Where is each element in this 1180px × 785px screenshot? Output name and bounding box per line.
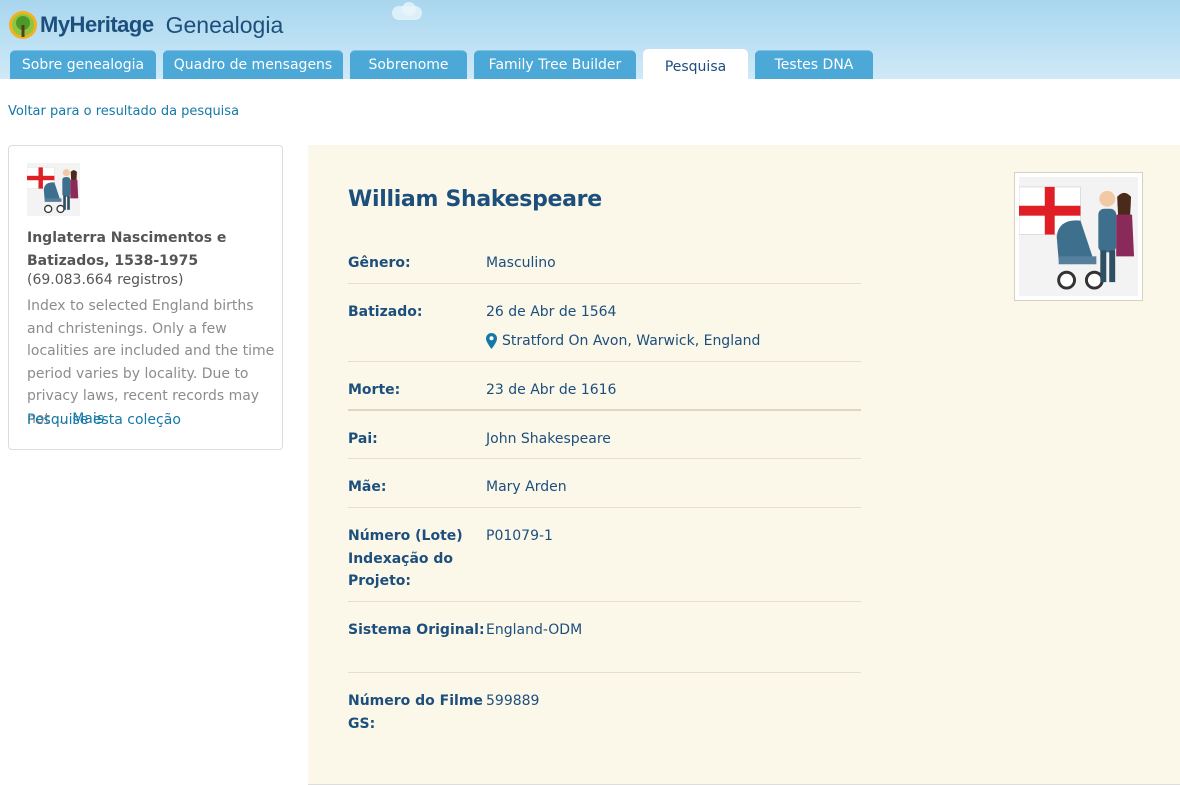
tab-testes-dna[interactable]: Testes DNA bbox=[755, 50, 873, 79]
person-name: William Shakespeare bbox=[348, 187, 602, 212]
field-value: 26 de Abr de 1564 bbox=[486, 304, 617, 320]
main-tabs: Sobre genealogia Quadro de mensagens Sob… bbox=[10, 49, 880, 79]
tab-sobre-genealogia[interactable]: Sobre genealogia bbox=[10, 50, 156, 79]
field-sistema-original: Sistema Original: England-ODM bbox=[348, 602, 861, 673]
map-pin-icon bbox=[486, 332, 497, 349]
field-value: Masculino bbox=[486, 255, 556, 271]
tab-sobrenome[interactable]: Sobrenome bbox=[350, 50, 467, 79]
field-pai: Pai: John Shakespeare bbox=[348, 411, 861, 459]
field-label: Sistema Original: bbox=[348, 622, 485, 638]
search-collection-link[interactable]: Pesquise esta coleção bbox=[27, 412, 181, 428]
field-value: John Shakespeare bbox=[486, 431, 611, 447]
tab-family-tree-builder[interactable]: Family Tree Builder bbox=[474, 50, 636, 79]
cloud-decoration bbox=[402, 2, 416, 16]
field-value: P01079-1 bbox=[486, 528, 553, 544]
field-genero: Gênero: Masculino bbox=[348, 235, 861, 284]
field-numero-lote: Número (Lote) Indexação do Projeto: P010… bbox=[348, 508, 861, 602]
field-mae: Mãe: Mary Arden bbox=[348, 459, 861, 508]
england-flag-family-stroller-icon bbox=[27, 163, 80, 216]
baptism-location[interactable]: Stratford On Avon, Warwick, England bbox=[486, 330, 760, 353]
tree-logo-icon bbox=[9, 11, 37, 39]
field-label: Número (Lote) Indexação do Projeto: bbox=[348, 528, 463, 589]
collection-description-text: Index to selected England births and chr… bbox=[27, 298, 275, 427]
field-numero-filme: Número do Filme GS: 599889 bbox=[348, 673, 861, 743]
field-value: 599889 bbox=[486, 693, 540, 709]
record-photo[interactable] bbox=[1014, 172, 1143, 301]
field-label: Pai: bbox=[348, 431, 378, 447]
site-header: MyHeritage Genealogia Sobre genealogia Q… bbox=[0, 0, 1180, 79]
collection-title[interactable]: Inglaterra Nascimentos e Batizados, 1538… bbox=[27, 227, 267, 273]
section-title: Genealogia bbox=[165, 11, 284, 38]
england-flag-family-stroller-icon bbox=[1019, 177, 1138, 296]
location-text: Stratford On Avon, Warwick, England bbox=[502, 332, 761, 349]
field-value: Mary Arden bbox=[486, 479, 567, 495]
brand-name: MyHeritage bbox=[40, 12, 154, 37]
field-label: Morte: bbox=[348, 382, 401, 398]
field-value: England-ODM bbox=[486, 622, 583, 638]
back-to-results-link[interactable]: Voltar para o resultado da pesquisa bbox=[8, 104, 239, 119]
collection-card: Inglaterra Nascimentos e Batizados, 1538… bbox=[8, 145, 283, 450]
collection-record-count: (69.083.664 registros) bbox=[27, 272, 184, 288]
record-fields: Gênero: Masculino Batizado: 26 de Abr de… bbox=[348, 235, 861, 743]
logo[interactable]: MyHeritage Genealogia bbox=[8, 9, 283, 41]
field-morte: Morte: 23 de Abr de 1616 bbox=[348, 362, 861, 411]
record-panel: William Shakespeare Gênero: Masculino Ba… bbox=[308, 145, 1180, 785]
tab-quadro-de-mensagens[interactable]: Quadro de mensagens bbox=[163, 50, 343, 79]
field-label: Gênero: bbox=[348, 255, 411, 271]
field-label: Mãe: bbox=[348, 479, 387, 495]
tab-pesquisa[interactable]: Pesquisa bbox=[643, 49, 748, 79]
collection-thumbnail[interactable] bbox=[27, 163, 80, 216]
field-value: 23 de Abr de 1616 bbox=[486, 382, 617, 398]
field-label: Batizado: bbox=[348, 304, 423, 320]
field-batizado: Batizado: 26 de Abr de 1564 Stratford On… bbox=[348, 284, 861, 362]
collection-description: Index to selected England births and chr… bbox=[27, 295, 277, 430]
field-label: Número do Filme GS: bbox=[348, 693, 483, 732]
